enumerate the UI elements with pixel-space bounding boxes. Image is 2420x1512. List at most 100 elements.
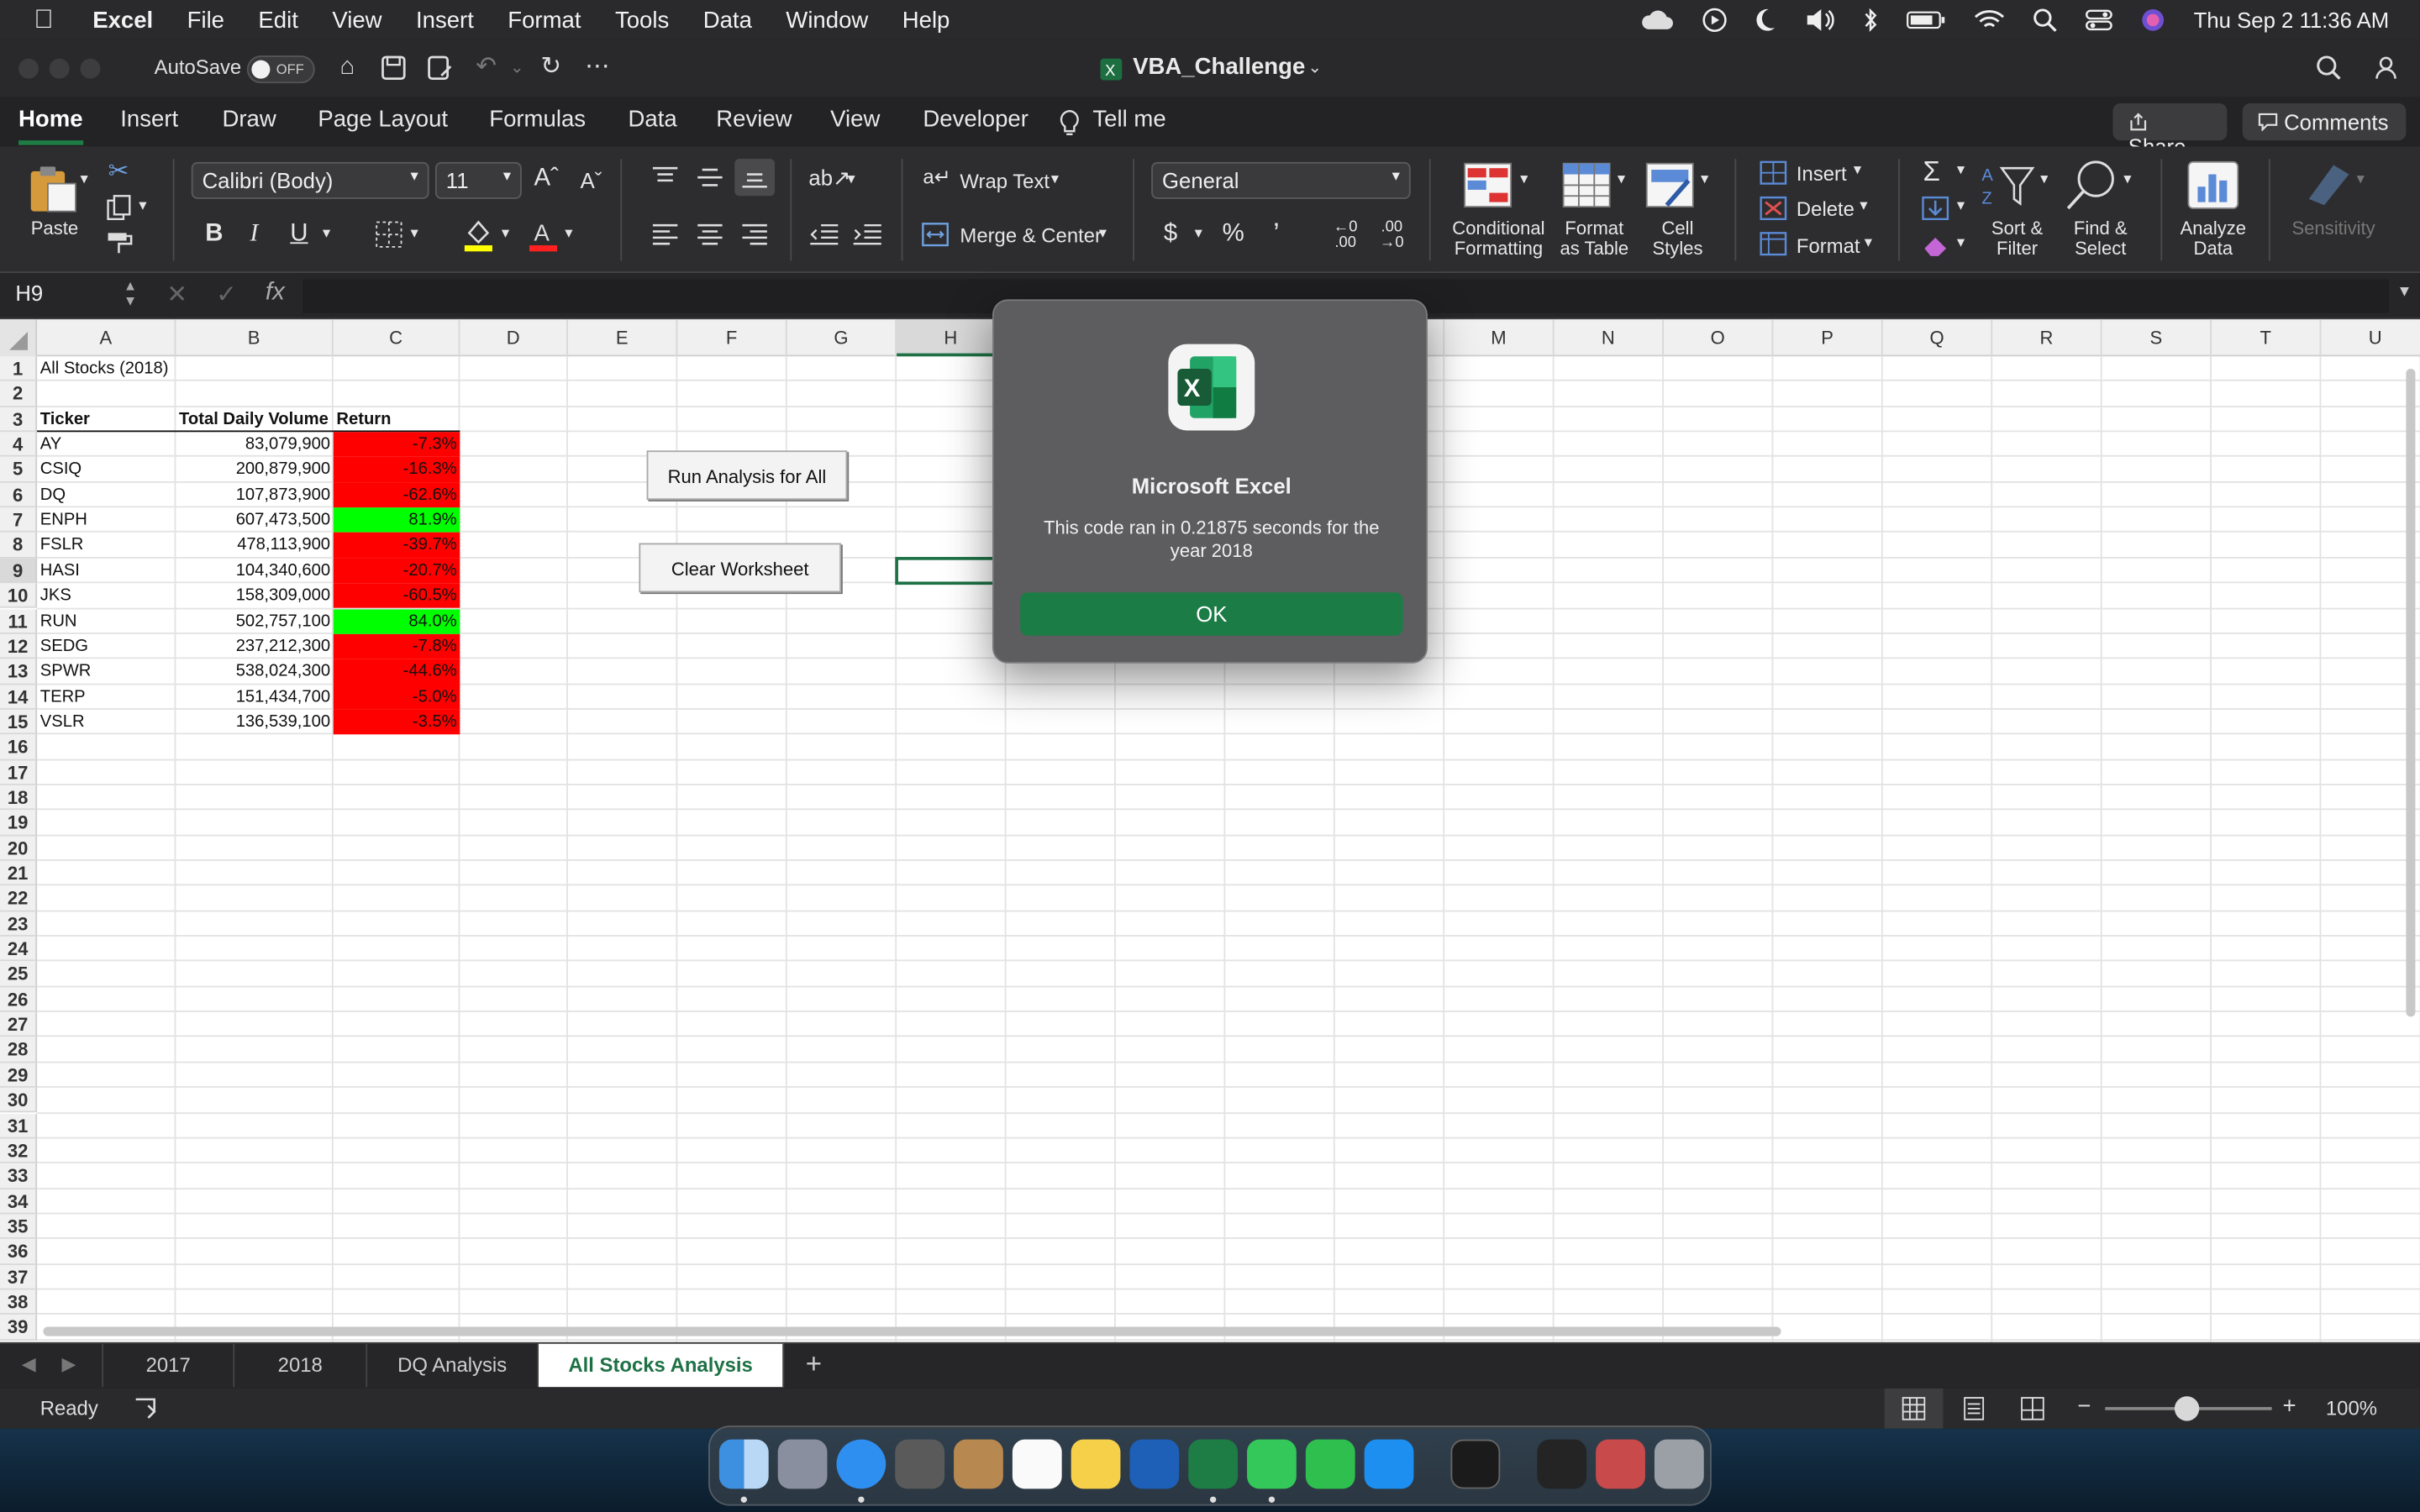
save-as-icon[interactable] [426,54,454,81]
font-color-icon[interactable]: A [528,218,559,252]
row-header[interactable]: 37 [0,1264,38,1290]
tab-review[interactable]: Review [716,107,792,133]
tell-me-search[interactable]: Tell me [1092,107,1165,133]
conditional-formatting-icon[interactable] [1463,162,1512,208]
normal-view-button[interactable] [1884,1389,1944,1429]
row-header[interactable]: 7 [0,507,38,533]
ticker-cell[interactable]: FSLR [37,533,176,558]
clear-dropdown-icon[interactable]: ▾ [1957,234,1965,251]
borders-icon[interactable] [375,221,402,249]
column-header-q[interactable]: Q [1883,319,1993,357]
close-window-button[interactable] [18,58,39,79]
ticker-cell[interactable]: DQ [37,482,176,507]
merge-center-dropdown-icon[interactable]: ▾ [1099,225,1107,242]
return-cell[interactable]: -16.3% [333,457,460,483]
sort-filter-label[interactable]: Sort & Filter [1981,218,2052,260]
row-header[interactable]: 18 [0,785,38,811]
undo-icon[interactable]: ↶ [472,54,500,81]
column-header-c[interactable]: C [334,319,460,357]
messages-icon[interactable] [1247,1439,1297,1489]
excel-icon[interactable] [1188,1439,1239,1489]
confirm-formula-icon[interactable]: ✓ [216,279,237,310]
fill-down-icon[interactable] [1922,196,1949,221]
delete-cells-icon[interactable] [1760,196,1787,221]
volume-cell[interactable]: 478,113,900 [176,533,333,558]
menu-insert[interactable]: Insert [416,7,474,33]
format-cells-icon[interactable] [1760,232,1787,256]
row-header[interactable]: 27 [0,1012,38,1038]
row-header[interactable]: 5 [0,457,38,483]
menu-tools[interactable]: Tools [615,7,669,33]
return-cell[interactable]: -20.7% [333,558,460,584]
tab-view[interactable]: View [830,107,880,133]
prev-sheet-icon[interactable]: ◀ [22,1353,36,1375]
finder-icon[interactable] [718,1439,769,1489]
format-dropdown-icon[interactable]: ▾ [1865,234,1872,251]
paste-icon[interactable] [26,162,78,214]
font-size-select[interactable]: 11 ▾ [434,161,522,199]
tab-data[interactable]: Data [629,107,677,133]
row-header[interactable]: 24 [0,936,38,962]
app-store-icon[interactable] [1364,1439,1414,1489]
safari-icon[interactable] [836,1439,886,1489]
cancel-formula-icon[interactable]: ✕ [166,279,187,310]
column-header-t[interactable]: T [2212,319,2322,357]
header-return[interactable]: Return [334,407,460,432]
paste-dropdown-icon[interactable]: ▾ [81,171,88,188]
volume-cell[interactable]: 237,212,300 [176,634,333,659]
sheet-tab-2017[interactable]: 2017 [102,1343,235,1388]
column-header-p[interactable]: P [1773,319,1883,357]
launchpad-icon[interactable] [777,1439,828,1489]
row-header[interactable]: 32 [0,1138,38,1164]
row-header[interactable]: 13 [0,659,38,685]
name-box-stepper-icon[interactable]: ▲ ▼ [124,278,137,309]
format-as-table-icon[interactable] [1562,162,1612,208]
return-cell[interactable]: -60.5% [333,583,460,609]
zoom-in-icon[interactable]: + [2282,1394,2296,1420]
menubar-clock[interactable]: Thu Sep 2 11:36 AM [2194,8,2390,32]
tab-home[interactable]: Home [18,107,83,145]
comma-style-icon[interactable]: ’ [1273,218,1279,250]
font-color-dropdown-icon[interactable]: ▾ [565,225,572,242]
return-cell[interactable]: -39.7% [333,533,460,559]
row-header[interactable]: 6 [0,482,38,508]
menu-app-name[interactable]: Excel [92,7,153,33]
row-header[interactable]: 29 [0,1063,38,1089]
menu-help[interactable]: Help [902,7,950,33]
copy-dropdown-icon[interactable]: ▾ [139,197,146,214]
row-header[interactable]: 36 [0,1239,38,1265]
vertical-scrollbar[interactable] [2406,368,2416,1017]
sheet-tab-all-stocks-analysis[interactable]: All Stocks Analysis [539,1343,785,1388]
format-as-table-label[interactable]: Format as Table [1555,218,1633,260]
siri-icon[interactable] [2141,8,2165,32]
header-volume[interactable]: Total Daily Volume [176,407,333,432]
return-cell[interactable]: -62.6% [333,482,460,508]
find-select-dropdown-icon[interactable]: ▾ [2123,171,2131,188]
ticker-cell[interactable]: HASI [37,559,176,584]
bluetooth-icon[interactable] [1864,8,1879,33]
zoom-slider-thumb[interactable] [2174,1396,2200,1421]
wrap-text-icon[interactable]: a↵ [923,165,950,190]
row-header[interactable]: 21 [0,860,38,886]
column-header-f[interactable]: F [677,319,787,357]
trash-icon[interactable] [1654,1439,1704,1489]
conditional-formatting-dropdown-icon[interactable]: ▾ [1520,171,1528,188]
delete-dropdown-icon[interactable]: ▾ [1860,197,1867,214]
column-header-r[interactable]: R [1992,319,2102,357]
column-header-d[interactable]: D [460,319,568,357]
ticker-cell[interactable]: CSIQ [37,457,176,482]
format-cells-button[interactable]: Format [1797,236,1860,256]
header-ticker[interactable]: Ticker [37,407,176,432]
conditional-formatting-label[interactable]: Conditional Formatting [1448,218,1549,260]
ok-button[interactable]: OK [1020,592,1403,636]
find-select-label[interactable]: Find & Select [2065,218,2136,260]
insert-cells-button[interactable]: Insert [1797,164,1847,184]
notes-icon[interactable] [1071,1439,1121,1489]
tab-page-layout[interactable]: Page Layout [318,107,448,133]
cell-styles-icon[interactable] [1645,162,1695,208]
minimize-window-button[interactable] [49,58,70,79]
align-top-icon[interactable] [651,165,679,190]
format-painter-icon[interactable] [105,230,136,258]
menu-edit[interactable]: Edit [258,7,297,33]
tab-formulas[interactable]: Formulas [489,107,586,133]
